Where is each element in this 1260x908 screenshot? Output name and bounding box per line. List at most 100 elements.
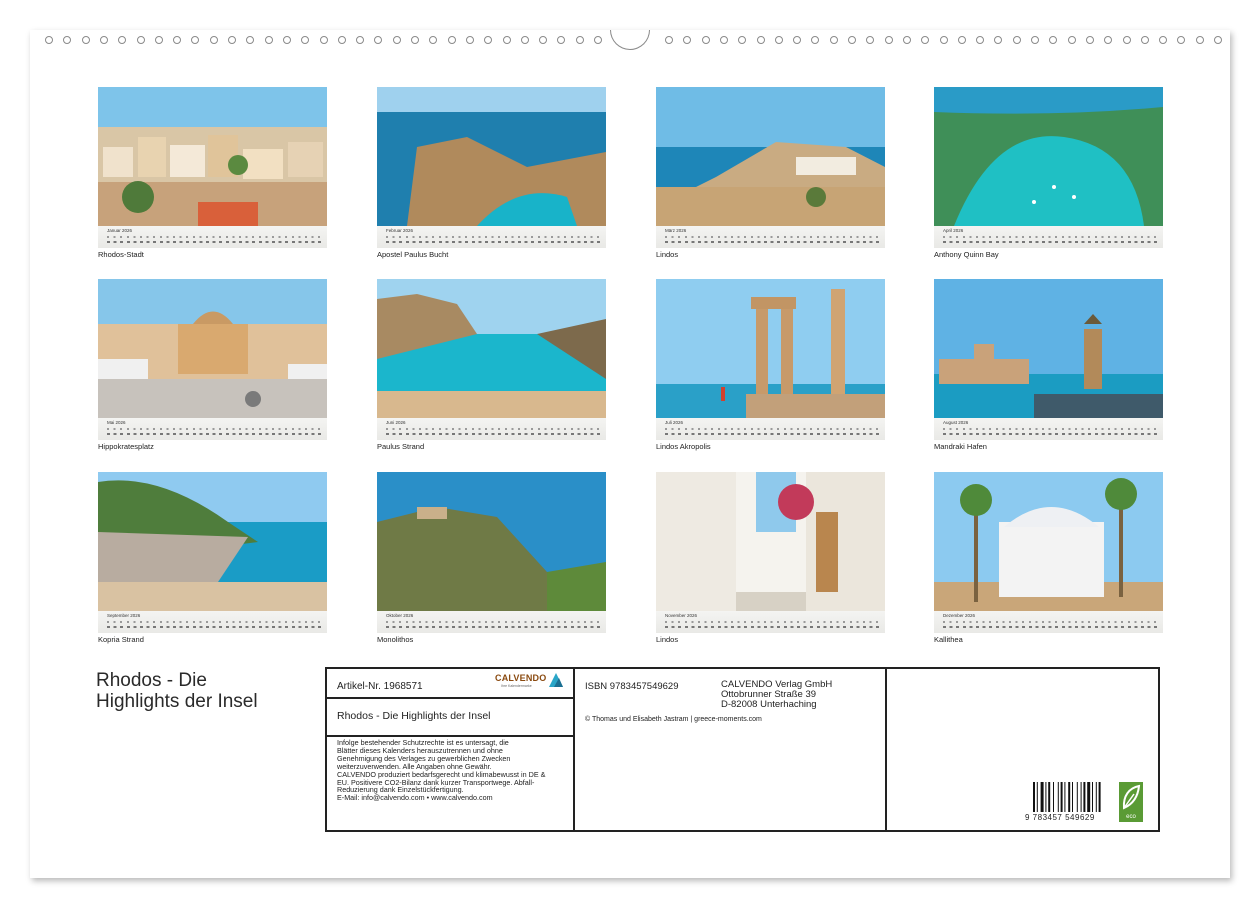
binding-ring bbox=[902, 36, 911, 44]
publisher-address: CALVENDO Verlag GmbH Ottobrunner Straße 3… bbox=[721, 680, 832, 710]
month-calendar-strip: September 2026 bbox=[98, 611, 327, 633]
binding-ring bbox=[301, 36, 310, 44]
binding-ring bbox=[465, 36, 474, 44]
publisher-line: D-82008 Unterhaching bbox=[721, 699, 817, 710]
photo-caption: Hippokratesplatz bbox=[98, 442, 154, 451]
month-day-grid bbox=[107, 427, 321, 437]
binding-ring bbox=[665, 36, 673, 44]
info-column-left: Artikel-Nr. 1968571 CALVENDO Ihre Kalend… bbox=[327, 669, 575, 830]
month-label: März 2026 bbox=[665, 228, 687, 233]
binding-ring bbox=[921, 36, 930, 44]
month-label: Mai 2026 bbox=[107, 420, 126, 425]
binding-ring bbox=[539, 36, 548, 44]
month-label: Juni 2026 bbox=[386, 420, 406, 425]
binding-ring bbox=[429, 36, 438, 44]
month-calendar-strip: April 2026 bbox=[934, 226, 1163, 248]
month-calendar-strip: Juli 2026 bbox=[656, 418, 885, 440]
month-calendar-strip: November 2026 bbox=[656, 611, 885, 633]
photo-caption: Mandraki Hafen bbox=[934, 442, 987, 451]
subtitle-row: Rhodos - Die Highlights der Insel bbox=[327, 699, 573, 737]
binding-ring bbox=[520, 36, 529, 44]
month-photo bbox=[934, 472, 1163, 611]
binding-ring bbox=[337, 36, 346, 44]
month-label: April 2026 bbox=[943, 228, 964, 233]
binding-ring bbox=[502, 36, 511, 44]
month-photo bbox=[656, 472, 885, 611]
binding-ring bbox=[594, 36, 602, 44]
binding-ring bbox=[701, 36, 710, 44]
month-photo-image bbox=[934, 279, 1163, 418]
binding-ring bbox=[683, 36, 692, 44]
binding-ring bbox=[45, 36, 53, 44]
leaf-icon bbox=[1122, 784, 1141, 810]
month-label: September 2026 bbox=[107, 613, 141, 618]
binding-ring bbox=[1195, 36, 1204, 44]
binding-ring bbox=[848, 36, 856, 44]
binding-ring bbox=[1067, 36, 1076, 44]
binding-ring bbox=[374, 36, 383, 44]
month-day-grid bbox=[386, 427, 600, 437]
binding-ring bbox=[866, 36, 875, 44]
month-calendar-strip: Februar 2026 bbox=[377, 226, 606, 248]
month-label: Januar 2026 bbox=[107, 228, 133, 233]
binding-ring bbox=[136, 36, 145, 44]
photo-caption: Kopria Strand bbox=[98, 635, 144, 644]
calendar-subtitle: Rhodos - Die Highlights der Insel bbox=[337, 710, 491, 722]
eco-label: eco bbox=[1126, 814, 1136, 820]
month-label: August 2026 bbox=[943, 420, 969, 425]
month-label: November 2026 bbox=[665, 613, 698, 618]
month-day-grid bbox=[107, 620, 321, 630]
legal-notice: Infolge bestehender Schutzrechte ist es … bbox=[337, 739, 569, 802]
binding-ring bbox=[575, 36, 584, 44]
isbn: ISBN 9783457549629 bbox=[585, 681, 679, 692]
binding-ring bbox=[1031, 36, 1039, 44]
binding-ring bbox=[557, 36, 566, 44]
binding-ring bbox=[939, 36, 948, 44]
photo-caption: Monolithos bbox=[377, 635, 414, 644]
month-photo bbox=[377, 279, 606, 418]
eco-badge: eco bbox=[1119, 782, 1143, 822]
binding-ring bbox=[1140, 36, 1149, 44]
article-row: Artikel-Nr. 1968571 CALVENDO Ihre Kalend… bbox=[327, 669, 573, 699]
month-photo-image bbox=[934, 87, 1163, 226]
photo-caption: Kallithea bbox=[934, 635, 963, 644]
binding-ring bbox=[1012, 36, 1021, 44]
month-photo bbox=[377, 87, 606, 226]
photo-caption: Rhodos-Stadt bbox=[98, 250, 144, 259]
photo-caption: Lindos bbox=[656, 635, 679, 644]
binding-ring bbox=[356, 36, 365, 44]
binding-ring bbox=[81, 36, 90, 44]
photo-caption: Lindos Akropolis bbox=[656, 442, 711, 451]
binding-ring bbox=[994, 36, 1003, 44]
binding-ring bbox=[282, 36, 291, 44]
month-day-grid bbox=[665, 235, 879, 245]
binding-ring bbox=[756, 36, 765, 44]
binding-ring bbox=[829, 36, 838, 44]
binding-ring bbox=[228, 36, 236, 44]
binding-ring bbox=[1085, 36, 1094, 44]
month-calendar-strip: Mai 2026 bbox=[98, 418, 327, 440]
calvendo-logo-text: CALVENDO bbox=[495, 673, 547, 683]
binding-ring bbox=[884, 36, 893, 44]
binding-ring bbox=[173, 36, 182, 44]
photo-caption: Lindos bbox=[656, 250, 679, 259]
calendar-title-line-1: Rhodos - Die bbox=[96, 670, 207, 691]
month-calendar-strip: Januar 2026 bbox=[98, 226, 327, 248]
month-photo bbox=[934, 279, 1163, 418]
binding-ring bbox=[246, 36, 255, 44]
binding-ring bbox=[1049, 36, 1058, 44]
month-calendar-strip: August 2026 bbox=[934, 418, 1163, 440]
binding-ring bbox=[719, 36, 728, 44]
month-calendar-strip: Juni 2026 bbox=[377, 418, 606, 440]
month-photo-image bbox=[656, 472, 885, 611]
month-label: Dezember 2026 bbox=[943, 613, 976, 618]
binding-ring bbox=[774, 36, 783, 44]
binding-ring bbox=[118, 36, 127, 44]
month-photo-image bbox=[98, 472, 327, 611]
calvendo-tagline: Ihre Kalendermarke bbox=[501, 684, 532, 688]
month-photo-image bbox=[98, 279, 327, 418]
binding-ring bbox=[793, 36, 802, 44]
binding-ring bbox=[209, 36, 218, 44]
month-photo bbox=[656, 87, 885, 226]
month-photo bbox=[98, 87, 327, 226]
